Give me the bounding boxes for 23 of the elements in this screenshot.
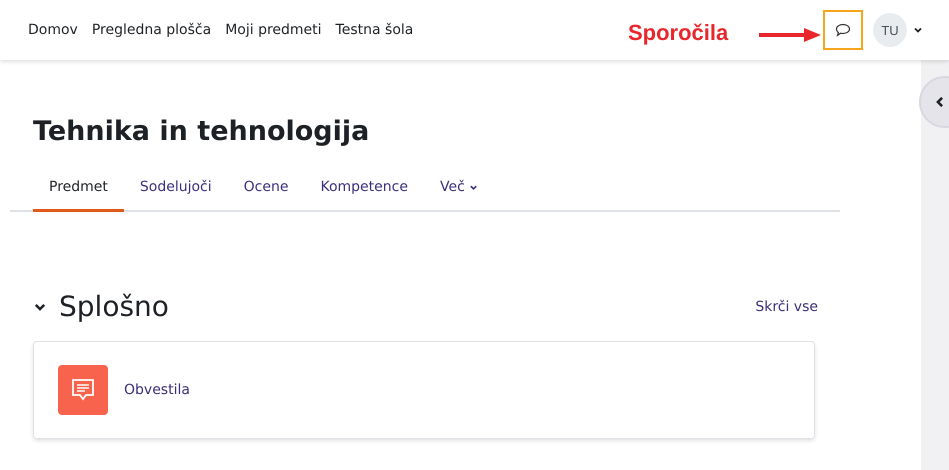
- course-tab[interactable]: Predmet: [33, 169, 124, 212]
- collapse-all-link[interactable]: Skrči vse: [755, 298, 818, 314]
- annotation-arrow: [759, 28, 821, 42]
- messages-button[interactable]: [823, 10, 863, 50]
- activity-link[interactable]: Obvestila: [124, 382, 190, 398]
- course-tab[interactable]: Kompetence: [304, 169, 424, 212]
- nav-link[interactable]: Pregledna plošča: [92, 22, 212, 38]
- caret-icon: [913, 25, 923, 35]
- course-tab[interactable]: Več: [424, 169, 494, 212]
- forum-icon: [58, 365, 108, 415]
- user-avatar: TU: [873, 13, 907, 47]
- nav-link[interactable]: Moji predmeti: [225, 22, 322, 38]
- user-menu[interactable]: TU: [873, 13, 923, 47]
- course-tab[interactable]: Ocene: [228, 169, 304, 212]
- course-title: Tehnika in tehnologija: [33, 116, 370, 147]
- nav-link[interactable]: Testna šola: [336, 22, 414, 38]
- speech-bubble-icon: [835, 23, 851, 37]
- nav-link[interactable]: Domov: [28, 22, 78, 38]
- caret-icon: [468, 182, 478, 192]
- course-tab[interactable]: Sodelujoči: [124, 169, 228, 212]
- annotation-label: Sporočila: [628, 20, 728, 46]
- section-title: Splošno: [59, 290, 169, 323]
- section-toggle[interactable]: Splošno: [33, 290, 169, 323]
